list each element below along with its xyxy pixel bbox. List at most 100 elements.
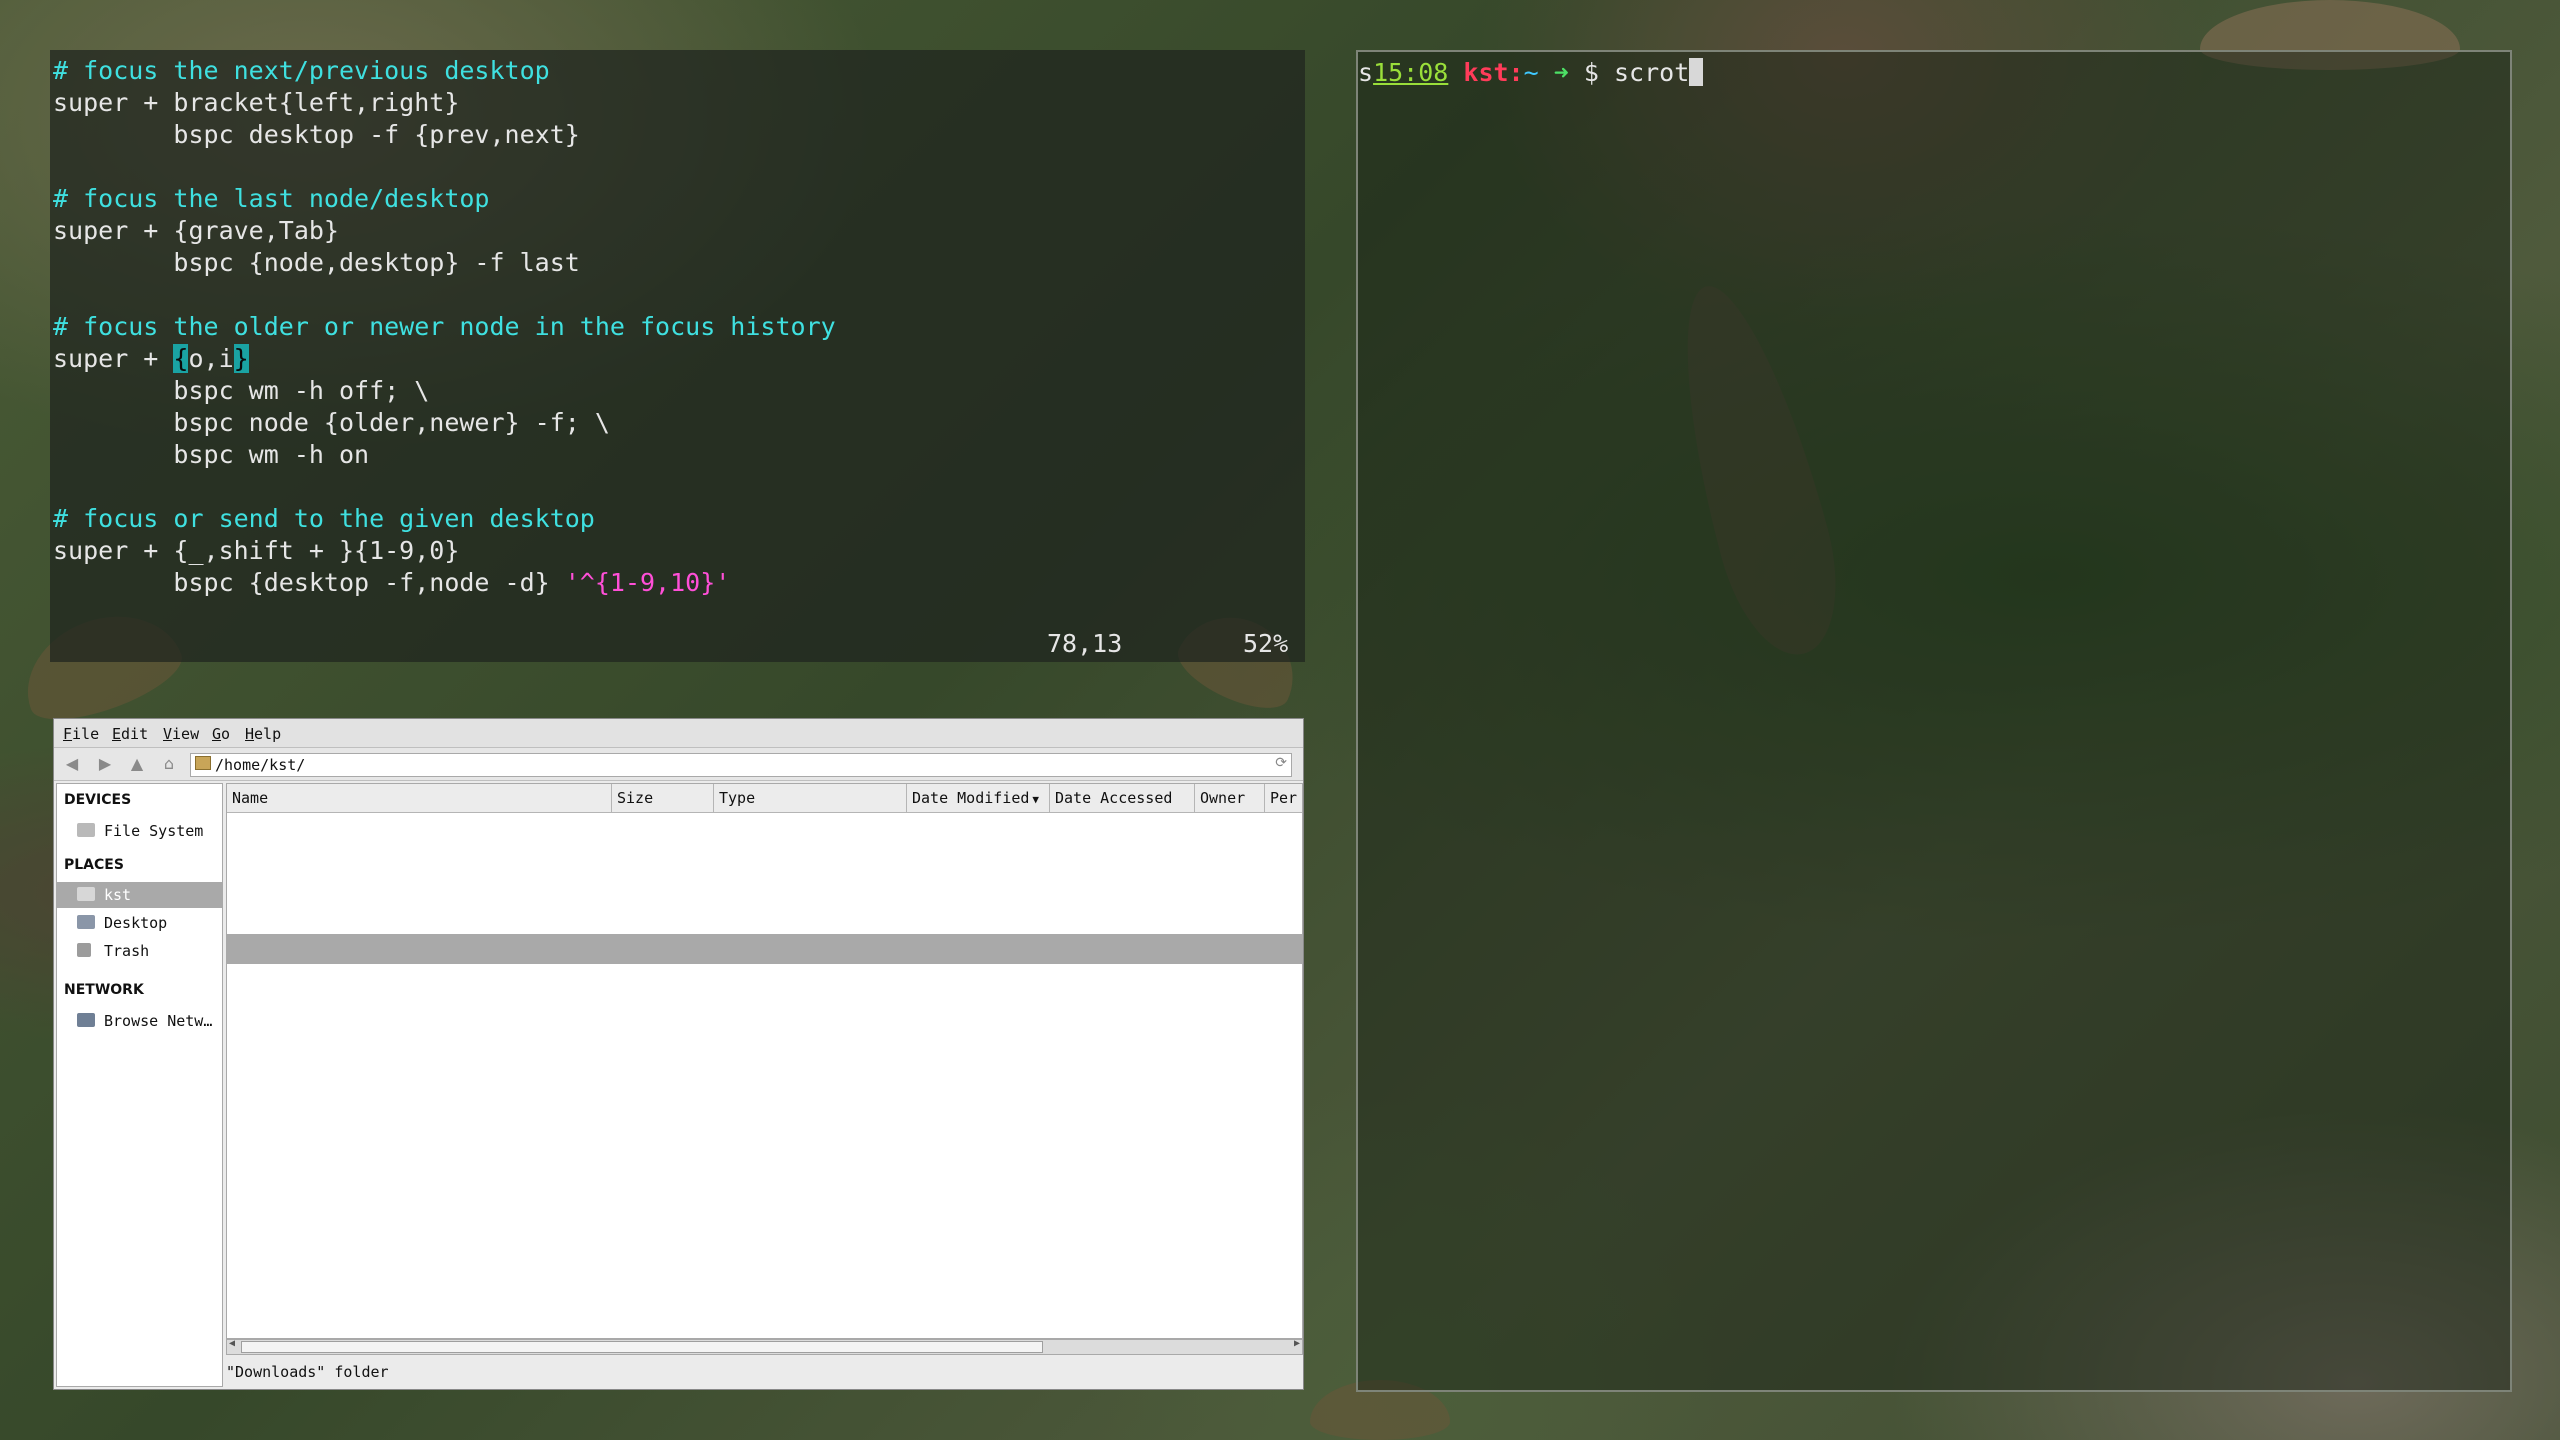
code-text: bspc wm -h off; \ bbox=[53, 376, 430, 405]
file-list-view[interactable]: Name Size Type Date Modified ▼ Date Acces… bbox=[226, 783, 1303, 1339]
network-icon bbox=[77, 1013, 95, 1027]
matched-brace: { bbox=[173, 344, 189, 373]
column-header-date-modified[interactable]: Date Modified ▼ bbox=[907, 784, 1050, 812]
editor-line: # focus or send to the given desktop bbox=[53, 503, 836, 535]
editor-line: bspc desktop -f {prev,next} bbox=[53, 119, 836, 151]
sidebar-item-desktop[interactable]: Desktop bbox=[57, 910, 222, 936]
sidebar-header-places: PLACES bbox=[64, 857, 124, 873]
editor-line: bspc {desktop -f,node -d} '^{1-9,10}' bbox=[53, 567, 836, 599]
forward-arrow-icon[interactable]: ▶ bbox=[94, 754, 116, 774]
editor-line: # focus the last node/desktop bbox=[53, 183, 836, 215]
editor-line: super + {_,shift + }{1-9,0} bbox=[53, 535, 836, 567]
table-row[interactable]: Games4.1 kBfolderYesterdayYesterdaykstdr… bbox=[227, 904, 1302, 934]
prompt-arrow-icon: ➜ bbox=[1553, 58, 1569, 87]
table-row[interactable]: description.txt611 bytesplain text docum… bbox=[227, 1084, 1302, 1114]
home-icon[interactable]: ⌂ bbox=[158, 754, 180, 774]
editor-line: # focus the older or newer node in the f… bbox=[53, 311, 836, 343]
editor-line: # focus the next/previous desktop bbox=[53, 55, 836, 87]
sort-descending-icon: ▼ bbox=[1032, 793, 1040, 806]
vim-status-line: 78,13 52% bbox=[50, 628, 1305, 660]
editor-line: bspc node {older,newer} -f; \ bbox=[53, 407, 836, 439]
editor-line: super + bracket{left,right} bbox=[53, 87, 836, 119]
code-text: super + {_,shift + }{1-9,0} bbox=[53, 536, 460, 565]
shell-terminal-window[interactable]: s15:08 kst:~ ➜ $ scrot bbox=[1356, 50, 2512, 1392]
code-text: bspc node {older,newer} -f; \ bbox=[53, 408, 610, 437]
code-text: bspc desktop -f {prev,next} bbox=[53, 120, 580, 149]
scrollbar-thumb[interactable] bbox=[241, 1341, 1043, 1353]
command-input[interactable]: scrot bbox=[1614, 58, 1689, 87]
table-row[interactable]: Documents4.1 kBfolder12/08/201612/24/201… bbox=[227, 814, 1302, 844]
scroll-left-icon[interactable]: ◀ bbox=[229, 1338, 235, 1349]
column-header-row: Name Size Type Date Modified ▼ Date Acces… bbox=[227, 784, 1302, 813]
table-row[interactable]: 2016-12-12-225409_2560x1440_scrot.png618… bbox=[227, 994, 1302, 1024]
table-row[interactable]: Pictures4.1 kBfolderTodayTodaykstdrw bbox=[227, 964, 1302, 994]
location-bar[interactable]: /home/kst/ ⟳ bbox=[190, 753, 1292, 777]
menu-edit[interactable]: Edit bbox=[112, 725, 148, 743]
code-comment: # focus the older or newer node in the f… bbox=[53, 312, 836, 341]
column-header-owner[interactable]: Owner bbox=[1195, 784, 1265, 812]
folder-icon bbox=[195, 756, 211, 770]
table-row[interactable]: Desktop4.1 kBfolderWednesdayFridaykstdrw bbox=[227, 874, 1302, 904]
code-text: o,i bbox=[188, 344, 234, 373]
editor-line: bspc {node,desktop} -f last bbox=[53, 247, 836, 279]
prompt-host: kst: bbox=[1463, 58, 1524, 87]
up-arrow-icon[interactable]: ▲ bbox=[126, 754, 148, 774]
code-text: super + bbox=[53, 344, 174, 373]
menu-help[interactable]: Help bbox=[245, 725, 281, 743]
matched-brace: } bbox=[233, 344, 249, 373]
sidebar-header-devices: DEVICES bbox=[64, 792, 132, 808]
shell-prompt-line[interactable]: s15:08 kst:~ ➜ $ scrot bbox=[1358, 57, 1704, 89]
menu-go[interactable]: Go bbox=[212, 725, 230, 743]
code-comment: # focus the next/previous desktop bbox=[53, 56, 550, 85]
table-row[interactable]: Downloads4.1 kBfolderTodayTodaykstdrw bbox=[227, 934, 1302, 964]
location-path[interactable]: /home/kst/ bbox=[215, 756, 305, 774]
sidebar-item-home[interactable]: kst bbox=[57, 882, 222, 908]
sidebar-item-file-system[interactable]: File System bbox=[57, 818, 222, 844]
drive-icon bbox=[77, 823, 95, 837]
column-header-permissions[interactable]: Per bbox=[1265, 784, 1302, 812]
column-header-label: Date Modified bbox=[912, 789, 1030, 807]
status-bar-text: "Downloads" folder bbox=[226, 1363, 389, 1381]
editor-line: super + {o,i} bbox=[53, 343, 836, 375]
sidebar-item-label: kst bbox=[104, 886, 132, 904]
menu-file[interactable]: File bbox=[63, 725, 99, 743]
sidebar: DEVICES File System PLACES kst Desktop T… bbox=[56, 783, 223, 1387]
column-header-type[interactable]: Type bbox=[714, 784, 907, 812]
editor-buffer[interactable]: # focus the next/previous desktop super +… bbox=[53, 55, 836, 599]
menu-view[interactable]: View bbox=[163, 725, 199, 743]
column-header-date-accessed[interactable]: Date Accessed bbox=[1050, 784, 1195, 812]
table-row[interactable]: Projects4.1 kBfolderMondayTodaykstdrw bbox=[227, 844, 1302, 874]
desktop-icon bbox=[77, 915, 95, 929]
table-row[interactable]: save.rymdresa16.3 kBplain text document1… bbox=[227, 1024, 1302, 1054]
sidebar-item-label: Browse Netw… bbox=[104, 1012, 213, 1030]
text-cursor bbox=[1689, 58, 1704, 86]
column-header-name[interactable]: Name bbox=[227, 784, 612, 812]
menu-bar: File Edit View Go Help bbox=[54, 719, 1303, 748]
table-row[interactable]: 50ptrpwn.txt430 bytesplain text document… bbox=[227, 1054, 1302, 1084]
code-text: bspc {node,desktop} -f last bbox=[53, 248, 580, 277]
editor-line: bspc wm -h on bbox=[53, 439, 836, 471]
vim-terminal-window[interactable]: # focus the next/previous desktop super +… bbox=[50, 50, 1305, 662]
sidebar-item-label: File System bbox=[104, 822, 204, 840]
column-header-size[interactable]: Size bbox=[612, 784, 714, 812]
code-text: bspc {desktop -f,node -d} bbox=[53, 568, 565, 597]
horizontal-scrollbar[interactable]: ◀ ▶ bbox=[226, 1338, 1303, 1355]
editor-line: bspc wm -h off; \ bbox=[53, 375, 836, 407]
sidebar-header-network: NETWORK bbox=[64, 982, 144, 998]
clear-location-icon[interactable]: ⟳ bbox=[1275, 755, 1287, 771]
sidebar-item-browse-network[interactable]: Browse Netw… bbox=[57, 1008, 222, 1034]
editor-line: super + {grave,Tab} bbox=[53, 215, 836, 247]
file-manager-window[interactable]: File Edit View Go Help ◀ ▶ ▲ ⌂ /home/kst… bbox=[53, 718, 1304, 1390]
prompt-dollar: $ bbox=[1583, 58, 1599, 87]
code-string: '^{1-9,10}' bbox=[564, 568, 731, 597]
prompt-directory: ~ bbox=[1523, 58, 1539, 87]
scroll-right-icon[interactable]: ▶ bbox=[1294, 1338, 1300, 1349]
code-text: super + bracket{left,right} bbox=[53, 88, 460, 117]
cursor-position: 78,13 bbox=[1047, 629, 1123, 658]
home-icon bbox=[77, 887, 95, 901]
sidebar-item-trash[interactable]: Trash bbox=[57, 938, 222, 964]
back-arrow-icon[interactable]: ◀ bbox=[61, 754, 83, 774]
